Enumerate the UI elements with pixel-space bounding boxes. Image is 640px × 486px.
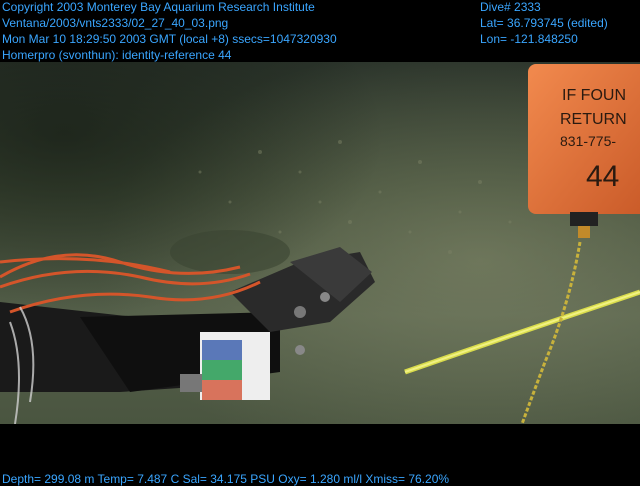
copyright-text: Copyright 2003 Monterey Bay Aquarium Res… [2, 0, 315, 14]
telemetry-footer: Depth= 299.08 m Temp= 7.487 C Sal= 34.17… [2, 472, 450, 486]
identity-marker-tag: IF FOUN RETURN 831-775- 44 [528, 64, 640, 238]
color-panel-red [202, 380, 242, 400]
longitude-text: Lon= -121.848250 [480, 32, 578, 46]
timestamp-text: Mon Mar 10 18:29:50 2003 GMT (local +8) … [2, 32, 337, 46]
tag-number: 44 [586, 160, 619, 193]
tag-line-1: IF FOUN [562, 87, 626, 104]
file-path-text: Ventana/2003/vnts2333/02_27_40_03.png [2, 16, 229, 30]
header-overlay-left: Copyright 2003 Monterey Bay Aquarium Res… [2, 0, 337, 64]
header-overlay-right: Dive# 2333 Lat= 36.793745 (edited) Lon= … [480, 0, 608, 48]
dive-number-text: Dive# 2333 [480, 0, 541, 14]
latitude-text: Lat= 36.793745 (edited) [480, 16, 608, 30]
seafloor-depression [170, 230, 290, 274]
color-panel-blue [202, 340, 242, 360]
color-panel-green [202, 360, 242, 380]
video-frame: Copyright 2003 Monterey Bay Aquarium Res… [0, 0, 640, 486]
seafloor-scene: IF FOUN RETURN 831-775- 44 [0, 62, 640, 424]
tag-line-3: 831-775- [560, 133, 616, 149]
tag-line-2: RETURN [560, 111, 627, 128]
